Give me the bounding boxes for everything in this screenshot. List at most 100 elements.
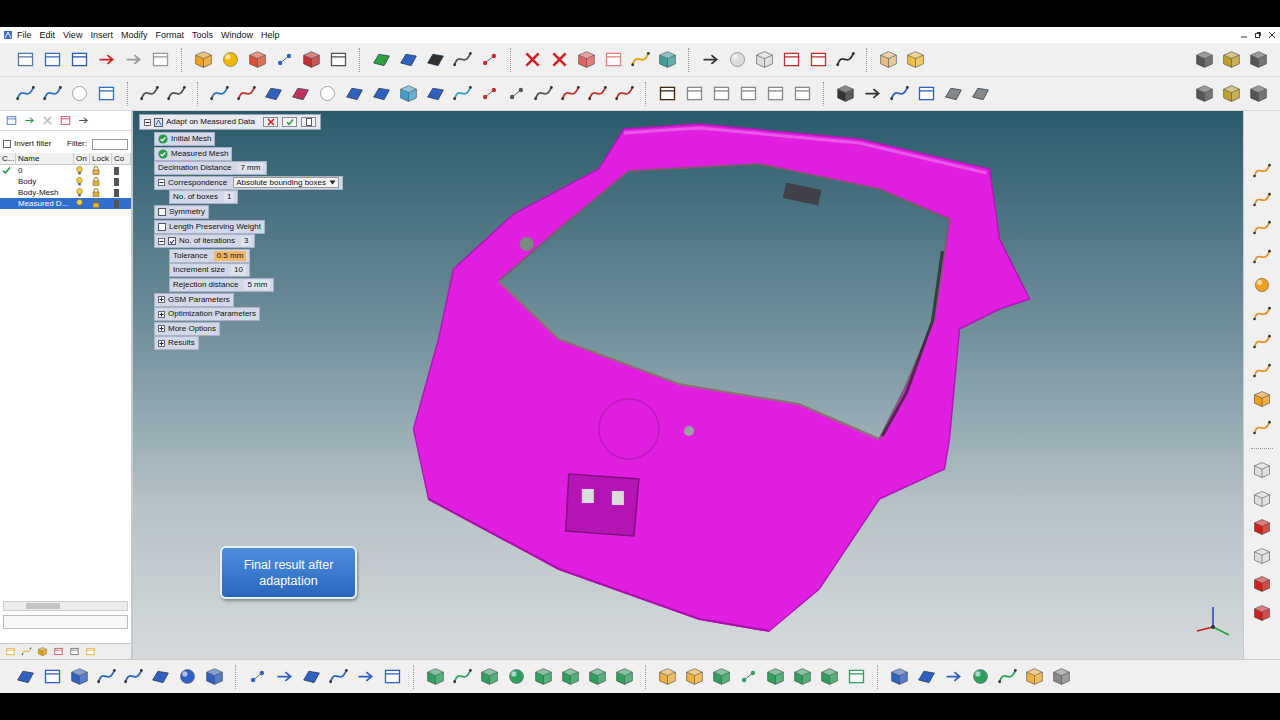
menu-item[interactable]: Edit (36, 28, 60, 42)
filter-dropdown[interactable] (92, 139, 128, 150)
property-field[interactable]: Tolerance0.5 mm (169, 249, 250, 263)
toolbar-button[interactable] (298, 46, 325, 74)
checkbox[interactable] (158, 208, 166, 216)
toolbar-button[interactable] (875, 46, 902, 74)
toolbar-button[interactable] (18, 644, 34, 659)
property-field[interactable]: Length Preserving Weight (154, 220, 265, 234)
toolbar-button[interactable] (93, 663, 120, 691)
menu-item[interactable]: Help (257, 28, 284, 42)
toolbar-button[interactable] (201, 663, 228, 691)
toolbar-button[interactable] (967, 663, 994, 691)
toolbar-button[interactable] (557, 663, 584, 691)
column-header[interactable]: On (74, 153, 90, 165)
toolbar-button[interactable] (627, 46, 654, 74)
dropdown[interactable]: Absolute bounding boxes (233, 177, 339, 188)
toolbar-button[interactable] (708, 663, 735, 691)
toolbar-button[interactable] (611, 80, 638, 108)
toolbar-button[interactable] (66, 644, 82, 659)
expand-toggle[interactable] (158, 311, 165, 318)
toolbar-button[interactable] (1245, 46, 1272, 74)
toolbar-button[interactable] (751, 46, 778, 74)
toolbar-button[interactable] (1249, 599, 1276, 628)
toolbar-button[interactable] (1191, 46, 1218, 74)
property-field[interactable]: Decimation Distance7 mm (154, 161, 267, 175)
menu-item[interactable]: Insert (86, 28, 117, 42)
visibility-cell[interactable] (74, 176, 90, 187)
toolbar-button[interactable] (913, 80, 940, 108)
tree-row[interactable]: Body-Mesh (0, 187, 131, 198)
toolbar-button[interactable] (476, 46, 503, 74)
property-value[interactable]: 1 (224, 192, 234, 202)
property-value[interactable]: 10 (231, 265, 246, 275)
toolbar-button[interactable] (762, 663, 789, 691)
toolbar-button[interactable] (174, 663, 201, 691)
toolbar-button[interactable] (1021, 663, 1048, 691)
toolbar-button[interactable] (546, 46, 573, 74)
toolbar-button[interactable] (940, 663, 967, 691)
toolbar-button[interactable] (244, 663, 271, 691)
toolbar-button[interactable] (287, 80, 314, 108)
toolbar-button[interactable] (1249, 243, 1276, 272)
toolbar-button[interactable] (12, 80, 39, 108)
property-field[interactable]: Initial Mesh (154, 132, 215, 146)
property-value[interactable]: 0.5 mm (214, 251, 247, 261)
toolbar-button[interactable] (805, 46, 832, 74)
toolbar-button[interactable] (2, 112, 20, 130)
toolbar-button[interactable] (503, 80, 530, 108)
toolbar-button[interactable] (82, 644, 98, 659)
toolbar-button[interactable] (557, 80, 584, 108)
toolbar-button[interactable] (422, 46, 449, 74)
toolbar-button[interactable] (217, 46, 244, 74)
toolbar-button[interactable] (395, 80, 422, 108)
toolbar-button[interactable] (271, 46, 298, 74)
column-header[interactable]: Co (112, 153, 131, 165)
toolbar-button[interactable] (735, 80, 762, 108)
toolbar-button[interactable] (1249, 456, 1276, 485)
toolbar-button[interactable] (967, 80, 994, 108)
toolbar-button[interactable] (886, 80, 913, 108)
toolbar-button[interactable] (74, 112, 92, 130)
checkbox[interactable] (158, 223, 166, 231)
toolbar-button[interactable] (654, 46, 681, 74)
expand-toggle[interactable] (158, 325, 165, 332)
menu-item[interactable]: Window (217, 28, 257, 42)
expand-toggle[interactable] (158, 179, 165, 186)
toolbar-button[interactable] (1249, 157, 1276, 186)
menu-item[interactable]: Tools (188, 28, 217, 42)
property-field[interactable]: Symmetry (154, 205, 209, 219)
toolbar-button[interactable] (50, 644, 66, 659)
property-field[interactable]: No. of iterations3 (154, 234, 255, 248)
toolbar-button[interactable] (1249, 271, 1276, 300)
toolbar-button[interactable] (476, 80, 503, 108)
restore-icon[interactable] (1254, 31, 1262, 39)
toolbar-button[interactable] (654, 80, 681, 108)
toolbar-button[interactable] (147, 46, 174, 74)
toolbar-button[interactable] (314, 80, 341, 108)
toolbar-button[interactable] (120, 46, 147, 74)
toolbar-button[interactable] (233, 80, 260, 108)
toolbar-button[interactable] (1249, 570, 1276, 599)
property-field[interactable]: Rejection distance5 mm (169, 278, 274, 292)
toolbar-button[interactable] (1249, 328, 1276, 357)
toolbar-button[interactable] (681, 663, 708, 691)
toolbar-button[interactable] (573, 46, 600, 74)
property-field[interactable]: Measured Mesh (154, 147, 232, 161)
toolbar-button[interactable] (778, 46, 805, 74)
toolbar-button[interactable] (422, 663, 449, 691)
property-value[interactable]: 3 (241, 236, 251, 246)
toolbar-button[interactable] (66, 46, 93, 74)
toolbar-button[interactable] (39, 80, 66, 108)
property-field[interactable]: CorrespondenceAbsolute bounding boxes (154, 176, 343, 190)
toolbar-button[interactable] (600, 46, 627, 74)
toolbar-button[interactable] (1249, 186, 1276, 215)
toolbar-button[interactable] (584, 663, 611, 691)
property-field[interactable]: No. of boxes1 (169, 190, 238, 204)
toolbar-button[interactable] (724, 46, 751, 74)
menu-item[interactable]: Format (151, 28, 188, 42)
toolbar-button[interactable] (190, 46, 217, 74)
toolbar-button[interactable] (368, 80, 395, 108)
toolbar-button[interactable] (325, 46, 352, 74)
toolbar-button[interactable] (1191, 80, 1218, 108)
toolbar-button[interactable] (832, 46, 859, 74)
toolbar-button[interactable] (395, 46, 422, 74)
